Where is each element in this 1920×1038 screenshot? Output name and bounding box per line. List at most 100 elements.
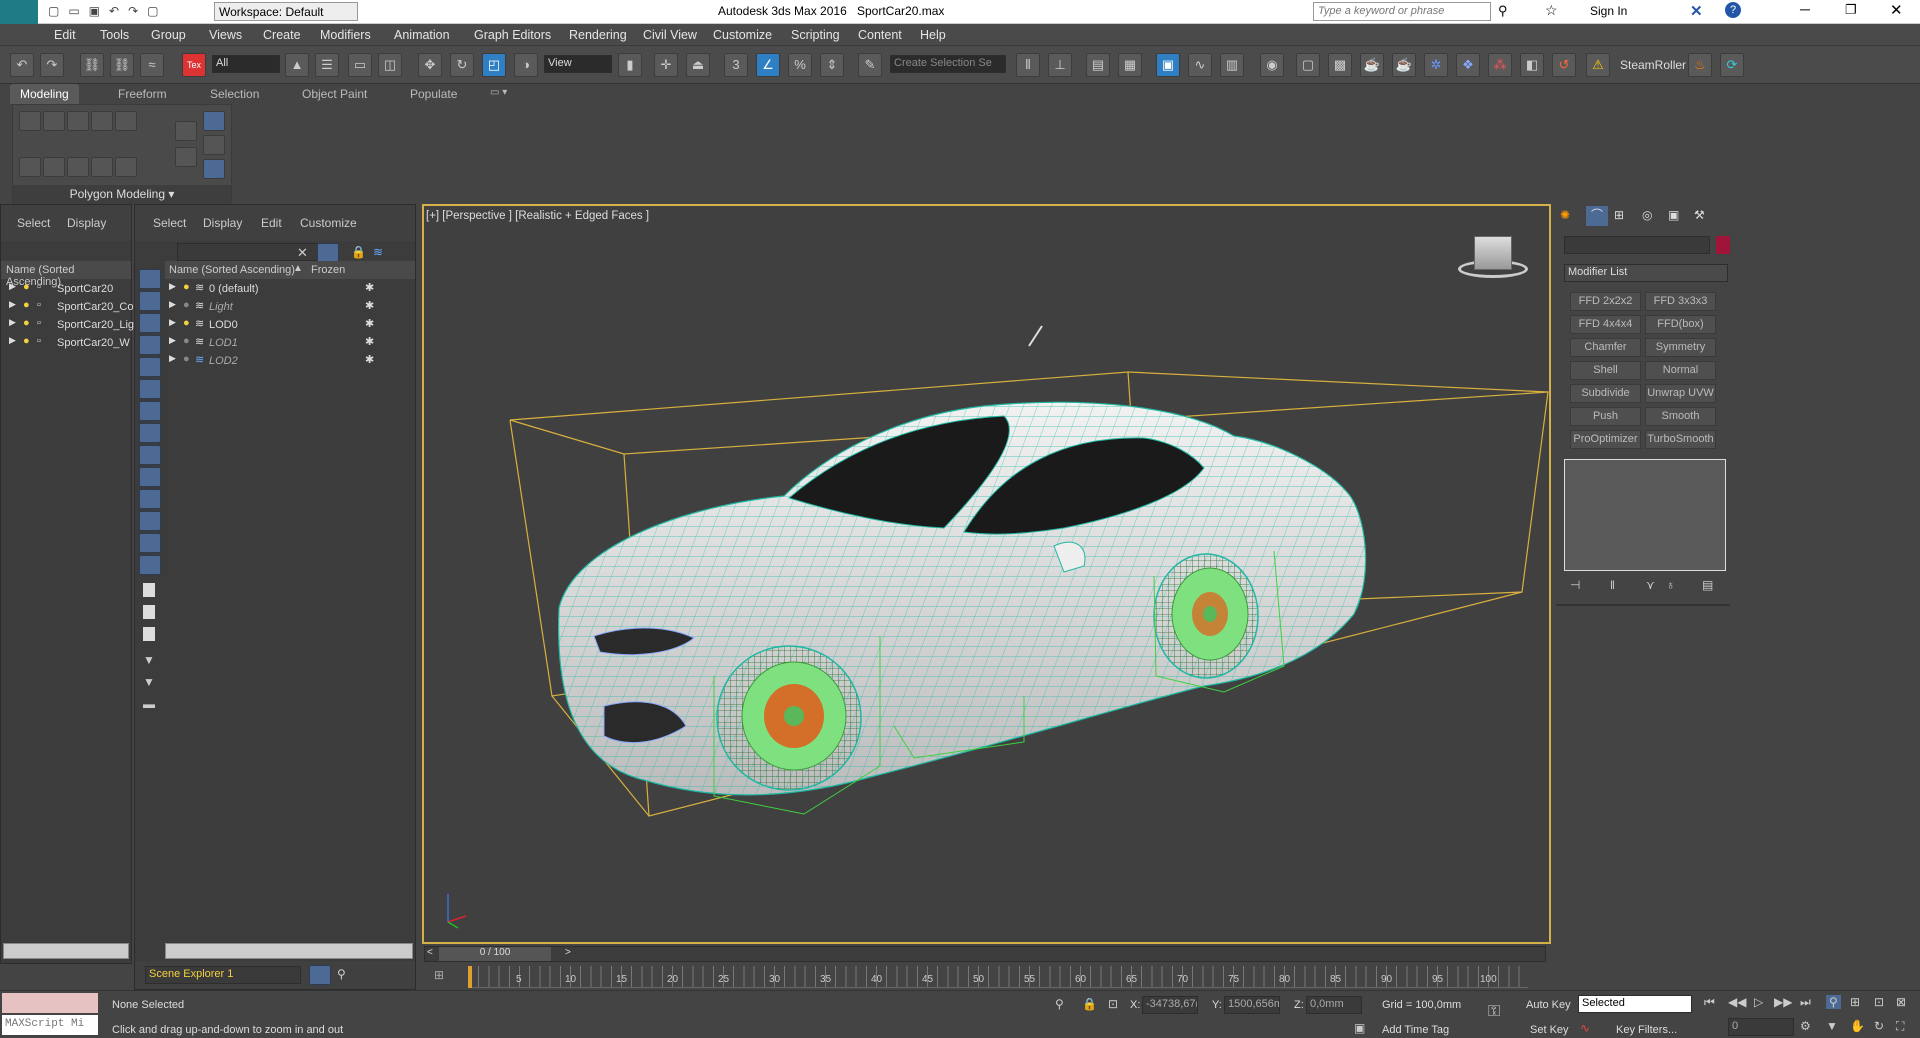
hierarchy-icon[interactable]: ⚲	[337, 967, 346, 981]
search-input[interactable]: Type a keyword or phrase	[1313, 2, 1491, 21]
menu-group[interactable]: Group	[151, 28, 186, 42]
restore-icon[interactable]: ❐	[1845, 2, 1857, 18]
poly-tool-icon[interactable]	[19, 157, 41, 177]
play-icon[interactable]: ▷	[1754, 995, 1763, 1009]
table-row[interactable]: ▶ ● ≋ Light ✱	[165, 299, 415, 317]
funnel-icon[interactable]: ▼	[143, 653, 155, 667]
frozen-icon[interactable]: ✱	[365, 299, 374, 312]
layer-column-header[interactable]: Name (Sorted Ascending) ▲ Frozen	[165, 261, 415, 279]
render-icon[interactable]: ▫	[37, 281, 41, 293]
poly-tool-icon[interactable]	[67, 157, 89, 177]
poly-tool-icon[interactable]	[43, 111, 65, 131]
edit-named-selection-icon[interactable]: ✎	[858, 53, 882, 77]
expand-icon[interactable]: ▶	[169, 281, 176, 292]
show-end-result-icon[interactable]: ‖	[1610, 578, 1615, 592]
column-frozen[interactable]: Frozen	[311, 264, 345, 276]
lightbulb-icon[interactable]: ●	[23, 335, 30, 347]
poly-tool-icon[interactable]	[115, 111, 137, 131]
modifier-button[interactable]: TurboSmooth	[1645, 430, 1716, 449]
light-filter-icon[interactable]	[139, 357, 161, 377]
align-icon[interactable]: ⊥	[1048, 53, 1072, 77]
perspective-viewport[interactable]: [+] [Perspective ] [Realistic + Edged Fa…	[422, 204, 1551, 944]
render-icon[interactable]: ▫	[37, 317, 41, 329]
make-unique-icon[interactable]: ⋎	[1646, 578, 1655, 592]
key-mode-dropdown[interactable]: Selected	[1578, 995, 1692, 1013]
rect-selection-icon[interactable]: ▭	[348, 53, 372, 77]
table-row[interactable]: ▶ ● ≋ 0 (default) ✱	[165, 281, 415, 299]
lightbulb-icon[interactable]: ●	[183, 335, 190, 347]
percent-snap-icon[interactable]: %	[788, 53, 812, 77]
horizontal-scrollbar[interactable]	[3, 943, 129, 959]
lightbulb-icon[interactable]: ●	[183, 281, 190, 293]
tab-modeling[interactable]: Modeling	[10, 84, 79, 104]
mirror-icon[interactable]: ⫴	[1016, 53, 1040, 77]
close-icon[interactable]: ✕	[1890, 1, 1903, 19]
pan-icon[interactable]: ✋	[1850, 1019, 1865, 1033]
time-slider-thumb[interactable]: 0 / 100	[439, 947, 551, 961]
previous-frame-icon[interactable]: ◀◀	[1728, 995, 1746, 1009]
maxscript-listener[interactable]: MAXScript Mi	[2, 1015, 98, 1035]
container-filter-icon[interactable]	[139, 511, 161, 531]
tab-selection[interactable]: Selection	[210, 87, 259, 101]
curve-editor-icon[interactable]: ∿	[1188, 53, 1212, 77]
named-selection-dropdown[interactable]: Create Selection Se	[890, 55, 1006, 73]
menu-display[interactable]: Display	[203, 216, 242, 230]
geometry-filter-icon[interactable]	[139, 313, 161, 333]
poly-tool-icon[interactable]	[91, 157, 113, 177]
poly-side-icon[interactable]	[175, 147, 197, 167]
link-icon[interactable]: ⛓	[80, 53, 104, 77]
hierarchy-tab-icon[interactable]: ⊞	[1614, 208, 1624, 222]
create-tab-icon[interactable]: ✺	[1560, 208, 1570, 222]
ribbon-toggle-icon[interactable]: ▦	[1118, 53, 1142, 77]
poly-side-icon[interactable]	[203, 159, 225, 179]
table-row[interactable]: ▶ ● ≋ LOD2 ✱	[165, 353, 415, 371]
poly-tool-icon[interactable]	[67, 111, 89, 131]
remove-modifier-icon[interactable]: ♁	[1666, 578, 1675, 592]
list-item[interactable]: ▶ ● ▫ SportCar20_W	[1, 335, 131, 353]
menu-civil-view[interactable]: Civil View	[643, 28, 697, 42]
expand-icon[interactable]: ▶	[169, 353, 176, 364]
lightbulb-icon[interactable]: ●	[23, 299, 30, 311]
expand-icon[interactable]: ▶	[9, 281, 16, 292]
plugin-icon[interactable]: ❖	[1456, 53, 1480, 77]
steamroller-label[interactable]: SteamRoller	[1620, 58, 1686, 72]
menu-display[interactable]: Display	[67, 216, 106, 230]
modifier-button[interactable]: FFD 3x3x3	[1645, 292, 1716, 311]
select-invert-icon[interactable]	[143, 627, 155, 641]
modifier-button[interactable]: ProOptimizer	[1570, 430, 1641, 449]
menu-views[interactable]: Views	[209, 28, 242, 42]
table-row[interactable]: ▶ ● ≋ LOD1 ✱	[165, 335, 415, 353]
table-row[interactable]: ▶ ● ≋ LOD0 ✱	[165, 317, 415, 335]
layer-manager-icon[interactable]: ▤	[1086, 53, 1110, 77]
keyboard-shortcut-icon[interactable]: ⏏	[686, 53, 710, 77]
lightbulb-icon[interactable]: ●	[183, 353, 190, 365]
select-none-icon[interactable]	[143, 605, 155, 619]
display-none-icon[interactable]	[139, 269, 161, 289]
modifier-stack[interactable]	[1564, 459, 1726, 571]
orbit-icon[interactable]: ↻	[1874, 1019, 1884, 1033]
placement-icon[interactable]: ◑	[514, 53, 538, 77]
y-coordinate-field[interactable]: 1500,656m	[1224, 996, 1280, 1014]
filter-icon[interactable]	[317, 243, 339, 263]
lightbulb-icon[interactable]: ●	[23, 281, 30, 293]
key-icon[interactable]: ⚿	[1488, 1003, 1500, 1021]
fire-icon[interactable]: ♨	[1688, 53, 1712, 77]
scene-explorer-icon[interactable]: ▣	[1156, 53, 1180, 77]
go-to-start-icon[interactable]: ⏮	[1704, 995, 1715, 1010]
menu-rendering[interactable]: Rendering	[569, 28, 627, 42]
spacewarp-filter-icon[interactable]	[139, 423, 161, 443]
fov-icon[interactable]: ▼	[1826, 1019, 1838, 1033]
modifier-button[interactable]: FFD 4x4x4	[1570, 315, 1641, 334]
time-config-icon[interactable]: ⚙	[1800, 1019, 1811, 1033]
polygon-modeling-dropdown[interactable]: Polygon Modeling ▾	[13, 185, 231, 204]
layer-sort-icon[interactable]	[309, 965, 331, 985]
modifier-button[interactable]: FFD 2x2x2	[1570, 292, 1641, 311]
poly-tool-icon[interactable]	[115, 157, 137, 177]
modifier-button[interactable]: Normal	[1645, 361, 1716, 380]
menu-customize[interactable]: Customize	[713, 28, 772, 42]
time-slider[interactable]: < 0 / 100 >	[424, 946, 1546, 962]
modifier-button[interactable]: Push	[1570, 407, 1641, 426]
render-iterative-icon[interactable]: ☕	[1392, 53, 1416, 77]
menu-select[interactable]: Select	[17, 216, 50, 230]
menu-customize[interactable]: Customize	[300, 216, 357, 230]
